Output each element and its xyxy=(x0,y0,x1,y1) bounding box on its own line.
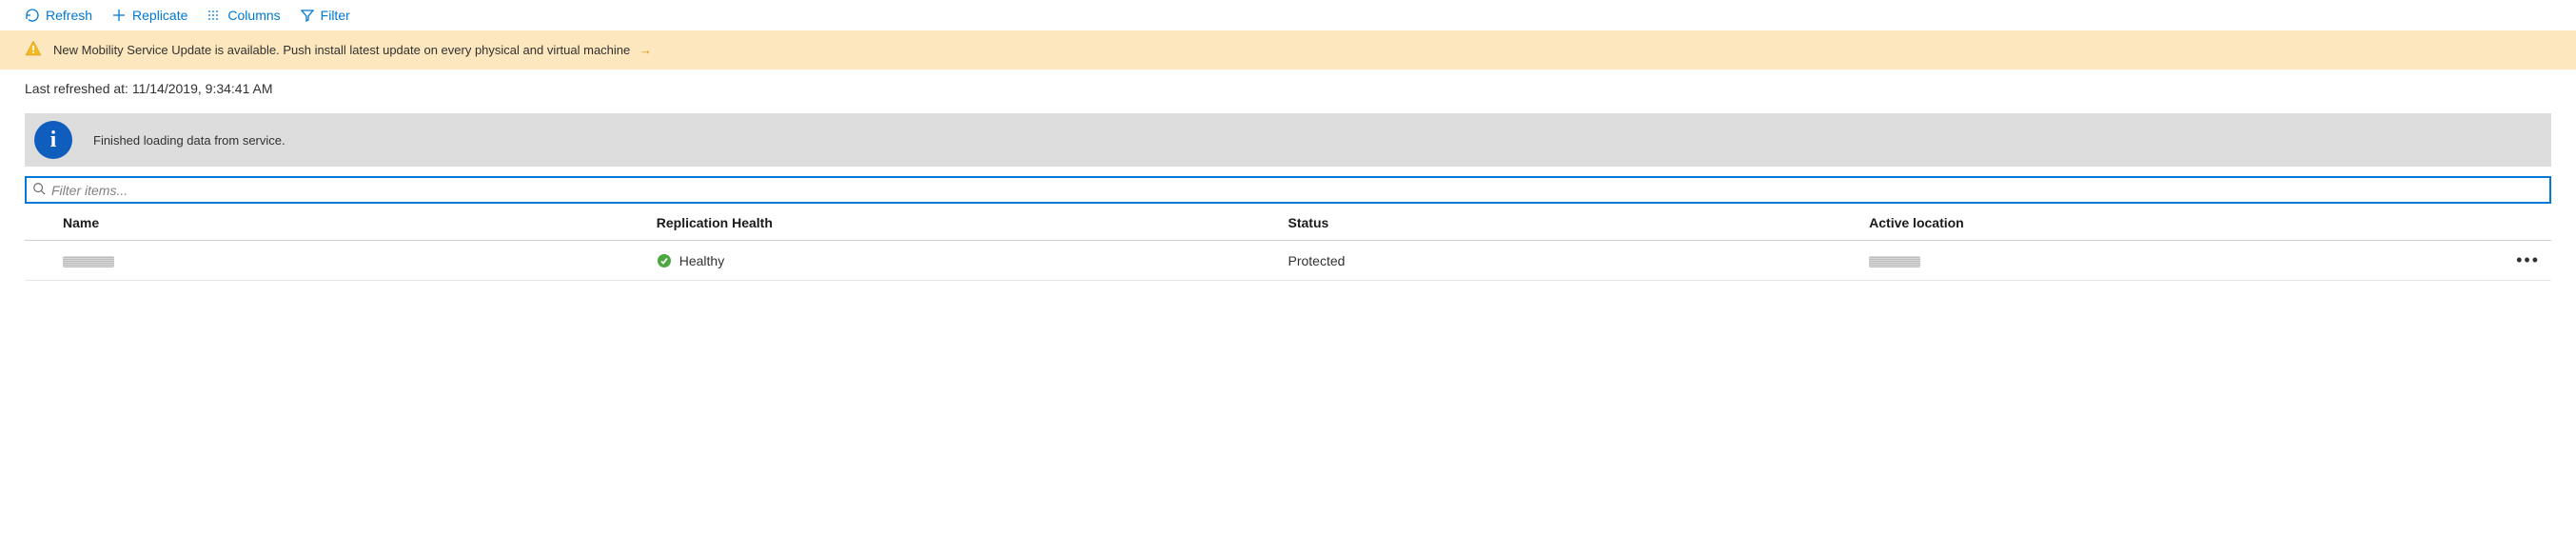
items-table: Name Replication Health Status Active lo… xyxy=(25,204,2551,281)
columns-label: Columns xyxy=(227,8,280,23)
info-icon: i xyxy=(34,121,72,159)
header-location[interactable]: Active location xyxy=(1869,215,2425,230)
filter-input[interactable] xyxy=(51,183,2544,198)
redacted-name xyxy=(63,256,114,267)
search-container xyxy=(25,176,2551,204)
toolbar: Refresh Replicate Columns Filter xyxy=(0,0,2576,30)
table-row[interactable]: Healthy Protected ••• xyxy=(25,241,2551,281)
row-health: Healthy xyxy=(657,253,1288,268)
warning-icon xyxy=(25,40,42,60)
row-name xyxy=(25,253,657,268)
update-notification[interactable]: New Mobility Service Update is available… xyxy=(0,30,2576,69)
filter-icon xyxy=(300,8,315,23)
last-refreshed: Last refreshed at: 11/14/2019, 9:34:41 A… xyxy=(0,69,2576,104)
info-banner-text: Finished loading data from service. xyxy=(93,133,285,148)
row-location xyxy=(1869,253,2425,268)
columns-button[interactable]: Columns xyxy=(206,8,280,23)
table-header: Name Replication Health Status Active lo… xyxy=(25,204,2551,241)
refresh-icon xyxy=(25,8,40,23)
row-health-text: Healthy xyxy=(679,253,724,268)
header-status[interactable]: Status xyxy=(1288,215,1870,230)
healthy-icon xyxy=(657,253,672,268)
more-actions-button[interactable]: ••• xyxy=(2516,250,2540,269)
filter-label: Filter xyxy=(321,8,350,23)
notification-text: New Mobility Service Update is available… xyxy=(53,43,630,57)
replicate-label: Replicate xyxy=(132,8,187,23)
info-banner: i Finished loading data from service. xyxy=(25,113,2551,167)
header-health[interactable]: Replication Health xyxy=(657,215,1288,230)
plus-icon xyxy=(111,8,127,23)
row-status: Protected xyxy=(1288,253,1870,268)
refresh-button[interactable]: Refresh xyxy=(25,8,92,23)
filter-button[interactable]: Filter xyxy=(300,8,350,23)
replicate-button[interactable]: Replicate xyxy=(111,8,187,23)
redacted-location xyxy=(1869,256,1920,267)
search-icon xyxy=(32,182,46,198)
header-name[interactable]: Name xyxy=(25,215,657,230)
columns-icon xyxy=(206,8,222,23)
last-refreshed-label: Last refreshed at: xyxy=(25,81,128,96)
last-refreshed-value: 11/14/2019, 9:34:41 AM xyxy=(132,81,273,96)
arrow-right-icon: → xyxy=(639,43,652,57)
refresh-label: Refresh xyxy=(46,8,92,23)
